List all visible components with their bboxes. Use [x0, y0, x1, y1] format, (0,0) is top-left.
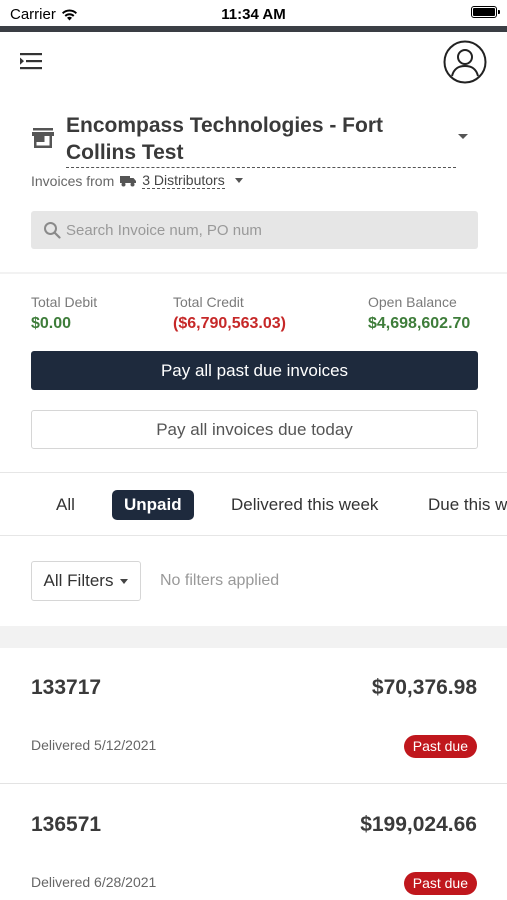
search-icon [44, 222, 61, 239]
invoice-delivered-date: Delivered 6/28/2021 [31, 874, 157, 890]
distributors-selector[interactable]: 3 Distributors [142, 172, 225, 189]
list-spacer [0, 626, 507, 648]
top-navigation [0, 32, 507, 92]
total-debit-label: Total Debit [31, 294, 98, 310]
invoices-from-label: Invoices from [31, 172, 115, 189]
user-avatar-icon[interactable] [443, 40, 487, 84]
invoice-delivered-date: Delivered 5/12/2021 [31, 737, 157, 753]
total-debit-value: $0.00 [31, 315, 72, 332]
chevron-down-icon [120, 578, 129, 584]
totals-section: Total Debit $0.00 Total Credit ($6,790,5… [0, 274, 507, 472]
invoice-row[interactable]: 136571 $199,024.66 Delivered 6/28/2021 P… [0, 785, 507, 900]
invoice-search-bar[interactable] [31, 211, 478, 249]
truck-icon [120, 175, 137, 186]
tab-all[interactable]: All [56, 490, 75, 520]
invoice-tabs: All Unpaid Delivered this week Due this … [0, 473, 507, 535]
total-credit-value: ($6,790,563.03) [173, 315, 286, 332]
invoice-number: 136571 [31, 813, 102, 836]
tab-unpaid[interactable]: Unpaid [112, 490, 194, 520]
tab-delivered-this-week[interactable]: Delivered this week [231, 490, 378, 520]
invoice-row[interactable]: 133717 $70,376.98 Delivered 5/12/2021 Pa… [0, 648, 507, 784]
invoices-from-row: Invoices from 3 Distributors [31, 172, 243, 189]
total-credit-label: Total Credit [173, 294, 244, 310]
battery-icon [471, 6, 500, 18]
invoice-amount: $199,024.66 [360, 813, 477, 836]
filter-status-text: No filters applied [160, 572, 280, 589]
status-time: 11:34 AM [221, 6, 286, 23]
past-due-badge: Past due [403, 872, 477, 895]
tab-due-this-week[interactable]: Due this w [428, 490, 507, 520]
pay-past-due-button[interactable]: Pay all past due invoices [31, 351, 478, 390]
filters-section: All Filters No filters applied [0, 536, 507, 626]
total-debit: Total Debit $0.00 [31, 294, 97, 333]
search-input[interactable] [66, 221, 446, 239]
invoice-number: 133717 [31, 676, 102, 699]
company-name-selector[interactable]: Encompass Technologies - Fort Collins Te… [66, 112, 456, 168]
all-filters-button[interactable]: All Filters [31, 561, 141, 601]
open-balance: Open Balance $4,698,602.70 [368, 294, 470, 333]
chevron-down-icon[interactable] [234, 178, 243, 183]
all-filters-label: All Filters [43, 571, 114, 590]
pay-due-today-button[interactable]: Pay all invoices due today [31, 410, 478, 449]
chevron-down-icon[interactable] [458, 134, 468, 139]
status-bar: Carrier 11:34 AM [0, 0, 507, 26]
invoice-amount: $70,376.98 [371, 676, 477, 699]
menu-icon[interactable] [20, 52, 42, 70]
account-header: Encompass Technologies - Fort Collins Te… [0, 92, 507, 274]
open-balance-value: $4,698,602.70 [368, 315, 471, 332]
store-icon [32, 128, 54, 148]
open-balance-label: Open Balance [368, 294, 457, 310]
past-due-badge: Past due [403, 735, 477, 758]
total-credit: Total Credit ($6,790,563.03) [173, 294, 286, 333]
